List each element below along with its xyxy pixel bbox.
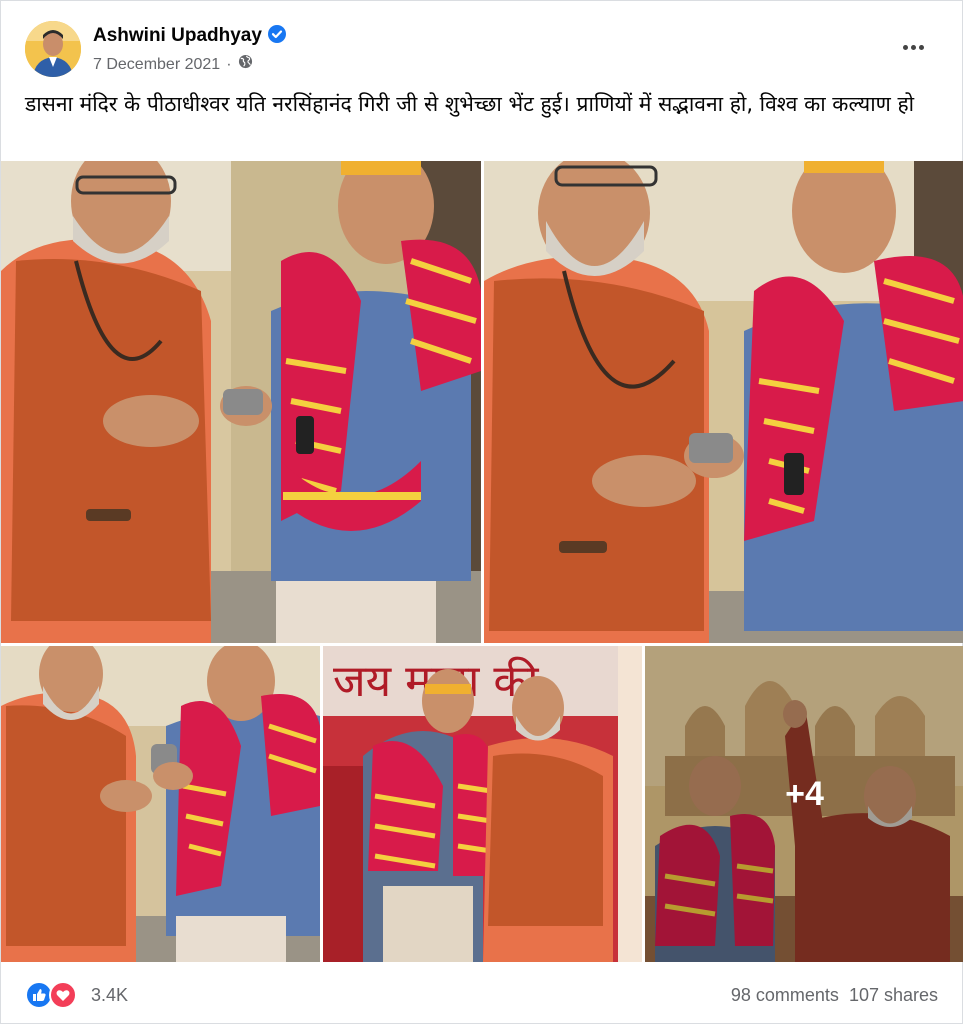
shares-count[interactable]: 107 shares	[849, 985, 938, 1005]
post-photo-1[interactable]	[1, 161, 481, 643]
post-date[interactable]: 7 December 2021	[93, 56, 220, 73]
author-avatar[interactable]	[25, 21, 81, 77]
post-footer: 3.4K 98 comments 107 shares	[25, 969, 938, 1019]
post-photo-4[interactable]: जय माता की	[323, 646, 642, 962]
post-header: Ashwini Upadhyay 7 December 2021 ·	[25, 21, 942, 81]
reaction-count: 3.4K	[91, 985, 129, 1005]
more-photos-overlay[interactable]: +4	[645, 646, 963, 962]
author-name-row: Ashwini Upadhyay	[93, 24, 286, 47]
post-photo-3[interactable]	[1, 646, 320, 962]
post-photo-2[interactable]	[484, 161, 963, 643]
more-options-icon[interactable]	[896, 29, 932, 65]
post-caption: डासना मंदिर के पीठाधीश्वर यति नरसिंहानंद…	[25, 92, 915, 116]
meta-separator: ·	[226, 56, 232, 74]
author-name[interactable]: Ashwini Upadhyay	[93, 25, 262, 46]
public-globe-icon[interactable]	[238, 54, 253, 74]
comments-count[interactable]: 98 comments	[731, 985, 839, 1005]
post-card: Ashwini Upadhyay 7 December 2021 · डासना …	[0, 0, 963, 1024]
post-photo-5-more[interactable]: +4	[645, 646, 963, 962]
more-photos-count: +4	[785, 774, 824, 813]
post-stats: 98 comments 107 shares	[731, 985, 938, 1006]
verified-badge-icon	[267, 24, 286, 43]
love-reaction-icon	[49, 981, 77, 1009]
post-meta: 7 December 2021 ·	[93, 54, 253, 75]
